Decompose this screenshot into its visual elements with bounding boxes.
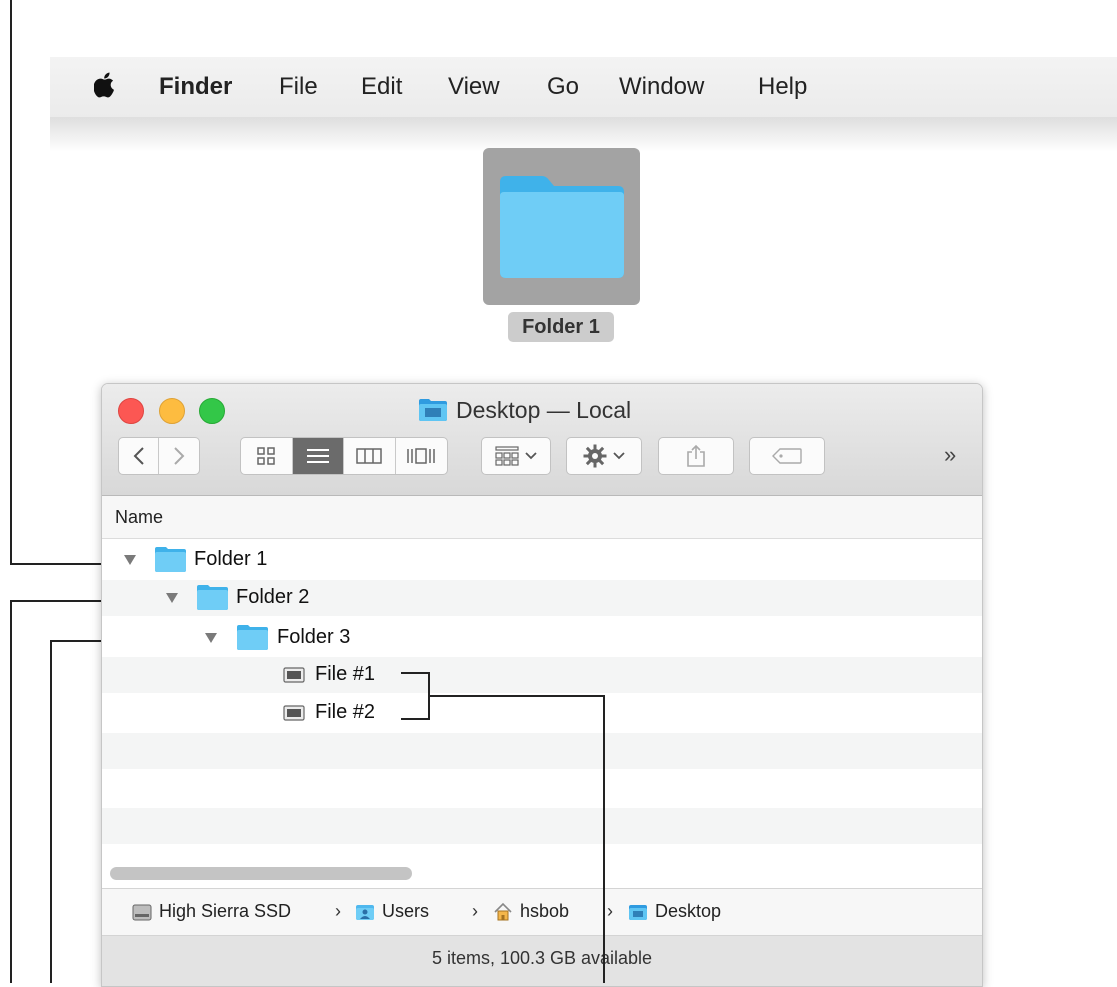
nav-segment [118,437,200,475]
cover-flow-button[interactable] [396,438,448,474]
share-button[interactable] [658,437,734,475]
icon-view-button[interactable] [241,438,293,474]
group-by-icon [495,446,519,466]
finder-window: Desktop — Local » Name Folder 1 Folder 2… [101,383,983,987]
list-view-button[interactable] [292,438,344,474]
empty-row [102,808,982,844]
file-icon [283,705,305,721]
menu-view[interactable]: View [448,72,500,102]
list-item-folder-1[interactable]: Folder 1 [102,542,982,578]
chevron-down-icon [525,452,537,460]
toolbar-overflow-button[interactable]: » [944,442,956,468]
callout-line-files-horizontal [428,695,605,697]
menu-help[interactable]: Help [758,72,807,102]
tag-button[interactable] [749,437,825,475]
horizontal-scrollbar[interactable] [110,867,412,880]
folder-icon [237,625,268,650]
folder-icon[interactable] [496,172,628,280]
forward-button[interactable] [159,438,199,474]
apple-logo-icon[interactable] [94,72,116,98]
column-view-button[interactable] [344,438,396,474]
desktop-folder-icon [419,399,447,421]
folder-icon [197,585,228,610]
list-view-icon [306,449,329,463]
menu-window[interactable]: Window [619,72,704,102]
breadcrumb-desktop[interactable]: Desktop [628,901,721,922]
hard-drive-icon [132,904,152,920]
status-text: 5 items, 100.3 GB available [431,948,653,968]
back-chevron-icon [133,447,144,465]
back-button[interactable] [119,438,160,474]
empty-row [102,733,982,769]
breadcrumb-separator: › [607,901,613,921]
list-item-label: Folder 3 [277,626,351,648]
disclosure-triangle-icon[interactable] [124,555,136,565]
close-button[interactable] [118,398,144,424]
breadcrumb-hsbob[interactable]: hsbob [493,901,569,922]
file-list: Folder 1 Folder 2 Folder 3 File #1 File … [102,539,982,857]
breadcrumb-high-sierra-ssd[interactable]: High Sierra SSD [132,901,291,922]
list-item-file-1[interactable]: File #1 [102,657,982,693]
callout-line-files-vertical [603,695,605,983]
disclosure-triangle-icon[interactable] [205,633,217,643]
list-item-label: Folder 2 [236,586,310,608]
window-title: Desktop — Local [418,395,631,425]
column-header-label: Name [115,507,164,527]
list-item-label: File #2 [315,701,376,723]
group-by-button[interactable] [481,437,551,475]
folder-icon [155,547,186,572]
callout-line-files-bracket-top [401,672,429,674]
tag-icon [772,448,802,464]
menu-file[interactable]: File [279,72,318,102]
empty-row [102,770,982,806]
minimize-button[interactable] [159,398,185,424]
action-menu-button[interactable] [566,437,642,475]
disclosure-triangle-icon[interactable] [166,593,178,603]
view-mode-segment [240,437,448,475]
desktop-folder-label[interactable]: Folder 1 [508,312,614,342]
icon-view-icon [257,447,275,465]
users-folder-icon [356,904,374,920]
list-item-label: Folder 1 [194,548,268,570]
home-icon [494,902,512,920]
list-item-file-2[interactable]: File #2 [102,695,982,731]
breadcrumb-separator: › [335,901,341,921]
callout-line-files-bracket-bottom [401,718,429,720]
share-icon [687,444,705,467]
status-bar: 5 items, 100.3 GB available [102,936,982,986]
list-item-folder-2[interactable]: Folder 2 [102,580,982,616]
breadcrumb-users[interactable]: Users [355,901,429,922]
column-view-icon [356,448,382,464]
menu-go[interactable]: Go [547,72,579,102]
callout-line-folder2-vertical [10,600,12,983]
cover-flow-icon [407,448,435,464]
list-item-label: File #1 [315,663,376,685]
file-icon [283,667,305,683]
window-titlebar: Desktop — Local » [102,384,982,496]
menu-bar-shadow [50,117,1117,152]
column-header-name[interactable]: Name [102,496,982,539]
list-item-folder-3[interactable]: Folder 3 [102,620,982,656]
menu-edit[interactable]: Edit [361,72,402,102]
callout-line-folder1-vertical [10,0,12,564]
callout-line-folder3-vertical [50,640,52,983]
forward-chevron-icon [174,447,185,465]
zoom-button[interactable] [199,398,225,424]
window-title-text: Desktop — Local [456,396,632,423]
breadcrumb-separator: › [472,901,478,921]
path-bar: High Sierra SSD › Users › hsbob › Deskto… [102,888,982,936]
chevron-down-icon [613,452,625,460]
gear-icon [583,444,607,468]
menu-finder[interactable]: Finder [159,72,232,102]
desktop-folder-icon [629,904,647,920]
